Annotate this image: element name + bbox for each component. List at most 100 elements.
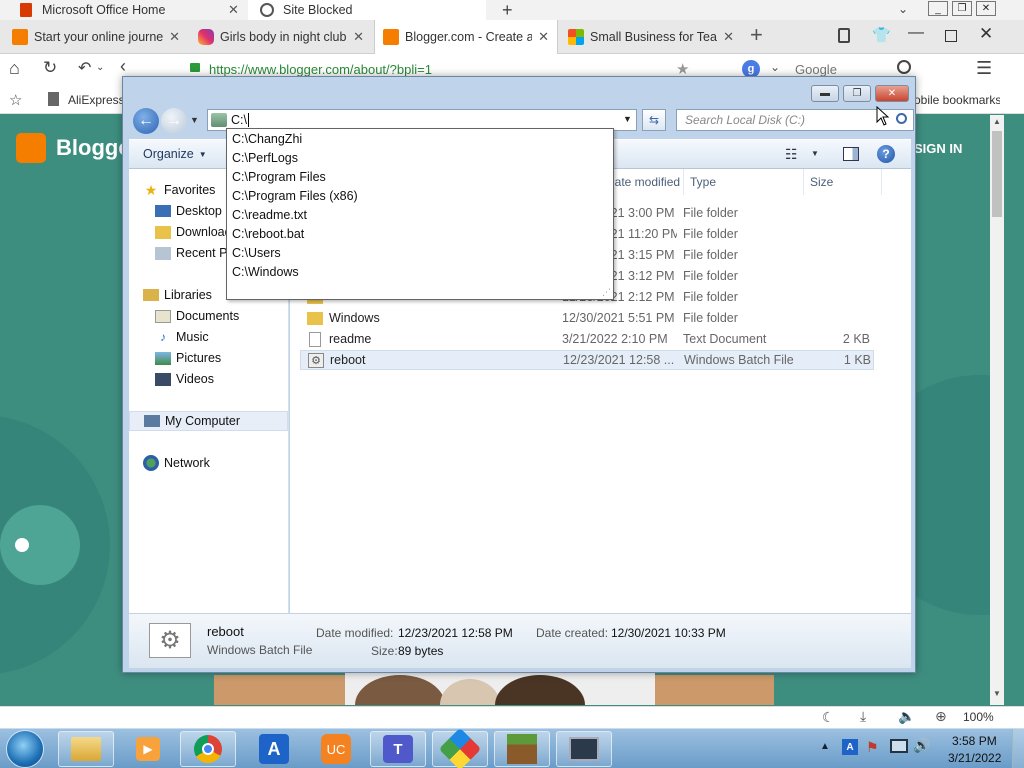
list-item[interactable]: C:\Program Files xyxy=(232,167,326,186)
history-chevron-icon[interactable]: ▼ xyxy=(190,115,199,125)
taskbar-app-a[interactable]: A xyxy=(246,731,302,767)
show-desktop-button[interactable] xyxy=(1012,729,1024,768)
forward-button-icon[interactable]: → xyxy=(161,108,187,134)
scroll-thumb[interactable] xyxy=(992,131,1002,217)
nav-pictures[interactable]: Pictures xyxy=(155,348,288,368)
tray-chevron-icon[interactable]: ▲ xyxy=(820,741,830,752)
restore-icon[interactable]: ❐ xyxy=(952,1,972,16)
taskbar-teams[interactable]: T xyxy=(370,731,426,767)
clock-date[interactable]: 3/21/2022 xyxy=(948,751,1001,765)
nav-music[interactable]: ♪ Music xyxy=(155,327,288,347)
tray-volume-icon[interactable]: 🔊 xyxy=(913,737,930,754)
table-row-selected[interactable]: ⚙ reboot 12/23/2021 12:58 ... Windows Bat… xyxy=(300,350,874,370)
chevron-down-icon[interactable]: ▼ xyxy=(811,149,819,158)
tablet-mode-icon[interactable] xyxy=(838,28,850,43)
table-row[interactable]: Windows 12/30/2021 5:51 PM File folder xyxy=(300,308,874,328)
taskbar-uc-browser[interactable]: UC xyxy=(308,731,364,767)
resize-grip-icon[interactable]: ⋰ xyxy=(602,287,611,298)
close-icon[interactable]: ✕ xyxy=(723,29,734,45)
tray-flag-icon[interactable]: ⚑ xyxy=(866,739,879,756)
address-input[interactable]: C:\ xyxy=(231,113,247,127)
download-icon[interactable]: ⤓ xyxy=(860,708,866,725)
start-button-icon[interactable] xyxy=(6,730,44,768)
list-item[interactable]: C:\ChangZhi xyxy=(232,129,302,148)
search-icon[interactable] xyxy=(897,60,911,74)
tray-network-icon[interactable] xyxy=(890,739,908,753)
list-item[interactable]: C:\readme.txt xyxy=(232,205,307,224)
close-icon[interactable]: ✕ xyxy=(979,24,993,44)
column-type[interactable]: Type xyxy=(684,169,804,195)
view-options-icon[interactable]: ☷ xyxy=(785,146,798,163)
taskbar-chrome[interactable] xyxy=(180,731,236,767)
mobile-bookmarks-link[interactable]: Mobile bookmarks xyxy=(904,93,1000,107)
explorer-minimize-button[interactable]: ▬ xyxy=(811,85,839,102)
bookmark-aliexpress[interactable]: AliExpress xyxy=(68,93,125,107)
sign-in-link[interactable]: SIGN IN xyxy=(914,141,962,156)
chevron-down-icon[interactable]: ⌄ xyxy=(770,60,780,74)
address-dropdown-icon[interactable]: ▼ xyxy=(623,114,632,124)
list-item[interactable]: C:\PerfLogs xyxy=(232,148,298,167)
tab-start-journey[interactable]: Start your online journe ✕ xyxy=(4,20,188,53)
minimize-icon[interactable]: — xyxy=(908,24,924,42)
home-icon[interactable]: ⌂ xyxy=(9,58,20,79)
refresh-icon[interactable]: ⇆ xyxy=(642,109,666,131)
maximize-icon[interactable] xyxy=(945,30,957,42)
back-button-icon[interactable]: ← xyxy=(133,108,159,134)
taskbar-colorful-app[interactable] xyxy=(432,727,488,768)
zoom-icon[interactable]: ⊕ xyxy=(935,708,947,725)
taskbar-media-player[interactable]: ▶ xyxy=(120,731,176,767)
close-icon[interactable]: ✕ xyxy=(228,2,239,18)
list-item[interactable]: C:\reboot.bat xyxy=(232,224,304,243)
tray-app-icon[interactable]: A xyxy=(842,739,858,755)
close-icon[interactable]: ✕ xyxy=(538,29,549,45)
page-scrollbar[interactable]: ▲ ▼ xyxy=(990,115,1004,705)
tab-small-business[interactable]: Small Business for Tean ✕ xyxy=(560,20,742,53)
list-item[interactable]: C:\Windows xyxy=(232,262,299,281)
chevron-down-icon[interactable]: ⌄ xyxy=(898,2,908,16)
scroll-up-icon[interactable]: ▲ xyxy=(993,117,1001,126)
tab-night-club[interactable]: Girls body in night club ✕ xyxy=(190,20,372,53)
minimize-icon[interactable]: _ xyxy=(928,1,948,16)
scroll-down-icon[interactable]: ▼ xyxy=(993,689,1001,698)
reload-icon[interactable]: ↻ xyxy=(43,58,57,78)
tab-site-blocked[interactable]: Site Blocked xyxy=(248,0,486,20)
close-window-icon[interactable]: ✕ xyxy=(976,1,996,16)
tab-blogger[interactable]: Blogger.com - Create a ✕ xyxy=(374,20,558,54)
url-text[interactable]: https://www.blogger.com/about/?bpli=1 xyxy=(209,62,432,77)
volume-icon[interactable]: 🔈 xyxy=(898,708,915,725)
close-icon[interactable]: ✕ xyxy=(169,29,180,45)
nav-my-computer[interactable]: My Computer xyxy=(129,411,288,431)
blogger-logo-icon[interactable] xyxy=(16,133,46,163)
close-icon[interactable]: ✕ xyxy=(353,29,364,45)
nav-network[interactable]: Network xyxy=(143,453,288,473)
nav-videos[interactable]: Videos xyxy=(155,369,288,389)
organize-button[interactable]: Organize ▼ xyxy=(143,147,207,161)
zoom-level[interactable]: 100% xyxy=(963,710,994,724)
clock-time[interactable]: 3:58 PM xyxy=(952,734,997,748)
list-item[interactable]: C:\Program Files (x86) xyxy=(232,186,358,205)
taskbar-explorer[interactable] xyxy=(58,731,114,767)
search-engine-label[interactable]: Google xyxy=(795,62,837,77)
new-tab-icon[interactable]: + xyxy=(502,0,513,21)
taskbar-minecraft[interactable] xyxy=(494,731,550,767)
night-mode-icon[interactable]: ☾ xyxy=(822,709,835,726)
bookmarks-star-icon[interactable]: ☆ xyxy=(9,91,22,109)
back-arrow-icon[interactable]: ‹ xyxy=(120,56,126,77)
tab-office-home[interactable]: Microsoft Office Home xyxy=(20,3,165,17)
menu-icon[interactable]: ☰ xyxy=(976,58,992,79)
explorer-maximize-button[interactable]: ❐ xyxy=(843,85,871,102)
explorer-close-button[interactable]: ✕ xyxy=(875,85,909,102)
preview-pane-icon[interactable] xyxy=(843,147,859,161)
chevron-down-icon[interactable]: ⌄ xyxy=(96,62,104,73)
nav-documents[interactable]: Documents xyxy=(155,306,288,326)
undo-icon[interactable]: ↶ xyxy=(78,58,91,78)
column-size[interactable]: Size xyxy=(804,169,882,195)
search-input[interactable]: Search Local Disk (C:) xyxy=(685,113,805,127)
taskbar-monitor-app[interactable] xyxy=(556,731,612,767)
list-item[interactable]: C:\Users xyxy=(232,243,281,262)
help-icon[interactable]: ? xyxy=(877,145,895,163)
table-row[interactable]: readme 3/21/2022 2:10 PM Text Document 2… xyxy=(300,329,874,349)
shirt-icon[interactable]: 👕 xyxy=(872,26,891,44)
new-tab-icon[interactable]: + xyxy=(750,22,763,48)
search-icon[interactable] xyxy=(896,113,907,124)
